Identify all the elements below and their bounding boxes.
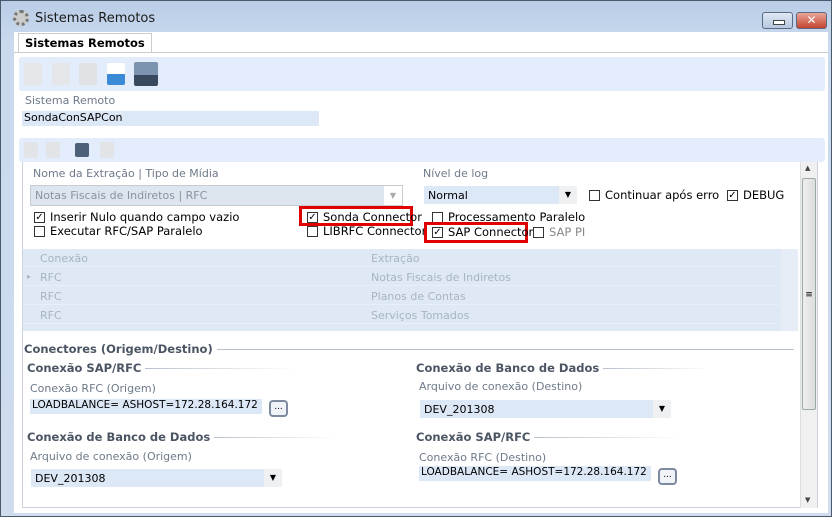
sap-label: SAP Connector	[448, 225, 534, 239]
log-select[interactable]: Normal ▼	[424, 186, 577, 204]
edit-icon[interactable]	[46, 142, 60, 158]
sub-toolbar	[19, 138, 825, 162]
chevron-down-icon: ▼	[264, 469, 282, 487]
origem-db-select[interactable]: DEV_201308 ▼	[31, 469, 282, 487]
librfc-checkbox[interactable]: LIBRFC Connector	[307, 224, 426, 238]
cell: Serviços Tomados	[371, 309, 470, 322]
tab-divider	[14, 52, 828, 53]
checkbox-box	[307, 225, 318, 237]
destino-rfc-label: Conexão RFC (Destino)	[419, 451, 547, 464]
undo-icon[interactable]	[107, 63, 125, 85]
debug-label: DEBUG	[743, 188, 785, 202]
cell: Notas Fiscais de Indiretos	[371, 271, 511, 284]
debug-checkbox[interactable]: ✓ DEBUG	[727, 188, 784, 202]
section-title: Conexão SAP/RFC	[416, 430, 531, 444]
destino-db-label: Arquivo de conexão (Destino)	[419, 380, 583, 393]
chevron-down-icon: ▼	[559, 186, 577, 204]
executar-rfc-checkbox[interactable]: Executar RFC/SAP Paralelo	[34, 224, 203, 238]
destino-db-section: Conexão de Banco de Dados	[416, 361, 711, 375]
detail-panel: Nome da Extração | Tipo de Mídia Notas F…	[22, 162, 818, 508]
origem-sap-section: Conexão SAP/RFC	[27, 361, 297, 375]
continuar-checkbox[interactable]: Continuar após erro	[589, 188, 719, 202]
grid-scrollbar[interactable]	[781, 249, 798, 331]
extracao-select[interactable]: Notas Fiscais de Indiretos | RFC ▼	[30, 185, 403, 206]
grid-header: Conexão Extração	[23, 249, 779, 267]
close-button[interactable]: ✕	[796, 12, 827, 29]
scroll-thumb[interactable]: ≡	[802, 178, 816, 410]
checkmark-icon: ✓	[34, 211, 45, 223]
checkmark-icon: ✓	[432, 226, 443, 238]
client-area: Sistemas Remotos Sistema Remoto SondaCon…	[14, 32, 828, 513]
cell: RFC	[40, 290, 62, 303]
destino-db-value: DEV_201308	[420, 400, 653, 418]
row-indicator-icon: ▸	[27, 272, 32, 281]
minimize-button[interactable]	[762, 12, 793, 29]
new-document-icon[interactable]	[24, 63, 42, 85]
cell: Planos de Contas	[371, 290, 466, 303]
extraction-grid: Conexão Extração ▸ RFC Notas Fiscais de Ind…	[23, 249, 798, 331]
title-bar: Sistemas Remotos ✕	[1, 1, 831, 33]
main-toolbar	[19, 57, 825, 91]
scroll-down-icon[interactable]: ▼	[805, 496, 810, 504]
log-value: Normal	[424, 186, 559, 204]
destino-rfc-browse-button[interactable]: ...	[658, 468, 677, 485]
extracao-label: Nome da Extração | Tipo de Mídia	[33, 167, 219, 180]
sistema-remoto-input[interactable]: SondaConSAPCon	[22, 111, 319, 126]
section-title: Conexão de Banco de Dados	[416, 361, 600, 375]
window: Sistemas Remotos ✕ Sistemas Remotos Sist…	[0, 0, 832, 517]
scroll-up-icon[interactable]: ▲	[805, 164, 810, 172]
tab-sistemas-remotos[interactable]: Sistemas Remotos	[18, 33, 152, 53]
librfc-label: LIBRFC Connector	[323, 224, 427, 238]
conectores-title: Conectores (Origem/Destino)	[24, 342, 213, 356]
origem-db-label: Arquivo de conexão (Origem)	[30, 450, 192, 463]
column-header[interactable]: Extração	[371, 252, 420, 265]
origem-rfc-input[interactable]: LOADBALANCE= ASHOST=172.28.164.172 USE	[30, 399, 262, 414]
table-row[interactable]: ▸ RFC Notas Fiscais de Indiretos	[23, 268, 779, 286]
inserir-nulo-label: Inserir Nulo quando campo vazio	[50, 210, 240, 224]
cell: RFC	[40, 309, 62, 322]
section-title: Conexão SAP/RFC	[27, 361, 142, 375]
conectores-header: Conectores (Origem/Destino)	[24, 342, 794, 356]
delete-document-icon[interactable]	[79, 63, 97, 85]
checkbox-box	[589, 189, 600, 201]
save-icon[interactable]	[75, 143, 89, 157]
extracao-value: Notas Fiscais de Indiretos | RFC	[31, 186, 384, 205]
gear-icon	[13, 10, 29, 26]
sappi-label: SAP PI	[549, 225, 586, 239]
checkbox-box	[34, 225, 45, 237]
panel-scrollbar[interactable]: ▲ ≡ ▼	[800, 162, 817, 508]
origem-rfc-browse-button[interactable]: ...	[269, 400, 288, 417]
destino-sap-section: Conexão SAP/RFC	[416, 430, 681, 444]
sonda-connector-checkbox[interactable]: ✓ Sonda Connector	[307, 210, 422, 224]
table-row[interactable]: RFC Planos de Contas	[23, 287, 779, 305]
inserir-nulo-checkbox[interactable]: ✓ Inserir Nulo quando campo vazio	[34, 210, 239, 224]
chevron-down-icon: ▼	[384, 186, 402, 205]
checkmark-icon: ✓	[727, 189, 738, 201]
chevron-down-icon: ▼	[653, 400, 671, 418]
log-label: Nível de log	[423, 167, 489, 180]
origem-db-value: DEV_201308	[31, 469, 264, 487]
add-icon[interactable]	[24, 142, 38, 158]
sonda-label: Sonda Connector	[323, 210, 422, 224]
destino-db-select[interactable]: DEV_201308 ▼	[420, 400, 671, 418]
origem-rfc-label: Conexão RFC (Origem)	[30, 382, 156, 395]
executar-rfc-label: Executar RFC/SAP Paralelo	[50, 224, 203, 238]
sistema-remoto-label: Sistema Remoto	[25, 94, 116, 107]
save-icon[interactable]	[134, 62, 158, 86]
edit-document-icon[interactable]	[52, 63, 70, 85]
continuar-label: Continuar após erro	[605, 188, 720, 202]
section-title: Conexão de Banco de Dados	[27, 430, 211, 444]
destino-rfc-input[interactable]: LOADBALANCE= ASHOST=172.28.164.172 USE	[419, 466, 651, 481]
sappi-checkbox[interactable]: SAP PI	[533, 225, 585, 239]
table-row[interactable]: RFC Serviços Tomados	[23, 306, 779, 324]
sap-connector-checkbox[interactable]: ✓ SAP Connector	[432, 225, 533, 239]
checkmark-icon: ✓	[307, 211, 318, 223]
delete-icon[interactable]	[100, 142, 114, 158]
checkbox-box	[533, 226, 544, 238]
window-title: Sistemas Remotos	[35, 11, 156, 26]
origem-db-section: Conexão de Banco de Dados	[27, 430, 337, 444]
cell: RFC	[40, 271, 62, 284]
checkbox-box	[432, 211, 443, 223]
column-header[interactable]: Conexão	[40, 252, 88, 265]
